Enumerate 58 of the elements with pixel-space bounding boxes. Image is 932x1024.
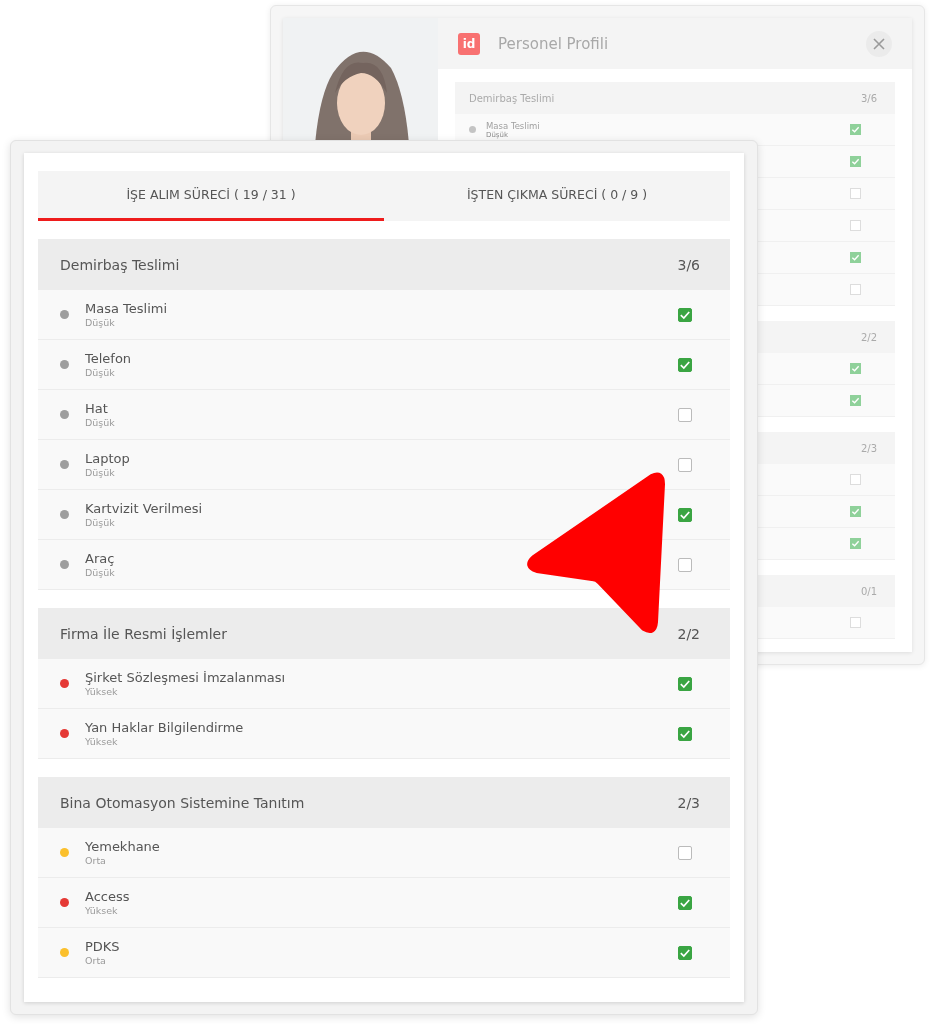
checkbox[interactable] bbox=[678, 945, 692, 960]
checkbox[interactable] bbox=[678, 557, 692, 572]
item-name: Yan Haklar Bilgilendirme bbox=[85, 720, 244, 735]
logo: id bbox=[458, 32, 480, 55]
priority-label: Düşük bbox=[85, 367, 116, 378]
priority-label: Orta bbox=[85, 855, 107, 866]
checkbox[interactable] bbox=[678, 845, 692, 860]
item-name: Şirket Sözleşmesi İmzalanması bbox=[85, 670, 286, 685]
group-title: Demirbaş Teslimi bbox=[60, 256, 180, 273]
checkbox[interactable] bbox=[678, 307, 692, 322]
item-name: Kartvizit Verilmesi bbox=[85, 501, 203, 516]
tab[interactable]: İŞE ALIM SÜRECİ ( 19 / 31 ) bbox=[38, 171, 384, 221]
item-name: Araç bbox=[85, 551, 115, 566]
priority-label: Orta bbox=[85, 955, 107, 966]
checkbox[interactable] bbox=[678, 726, 692, 741]
checkbox[interactable] bbox=[850, 156, 861, 167]
priority-label: Düşük bbox=[85, 417, 115, 428]
priority-label: Yüksek bbox=[85, 686, 119, 697]
group-count: 2/2 bbox=[677, 625, 700, 642]
item-name: Laptop bbox=[85, 451, 130, 466]
item-name: Hat bbox=[85, 401, 109, 416]
item-name: Telefon bbox=[85, 351, 132, 366]
group-title: Firma İle Resmi İşlemler bbox=[60, 625, 227, 642]
group-count: 3/6 bbox=[860, 92, 877, 104]
checkbox[interactable] bbox=[678, 457, 692, 472]
group-title: Bina Otomasyon Sistemine Tanıtım bbox=[60, 794, 305, 811]
item-name: Access bbox=[85, 889, 130, 904]
priority-label: Düşük bbox=[85, 317, 116, 328]
close-icon bbox=[873, 37, 885, 50]
priority-label: Yüksek bbox=[85, 736, 119, 747]
tab[interactable]: İŞTEN ÇIKMA SÜRECİ ( 0 / 9 ) bbox=[384, 171, 730, 221]
checkbox[interactable] bbox=[678, 407, 692, 422]
priority-label: Düşük bbox=[85, 517, 116, 528]
priority-label: Düşük bbox=[85, 567, 115, 578]
checkbox[interactable] bbox=[850, 538, 861, 549]
checkbox[interactable] bbox=[850, 363, 861, 374]
priority-label: Yüksek bbox=[85, 905, 119, 916]
group-title: Demirbaş Teslimi bbox=[469, 92, 556, 104]
group-count: 3/6 bbox=[677, 256, 700, 273]
priority-label: Düşük bbox=[85, 467, 116, 478]
checkbox[interactable] bbox=[850, 252, 861, 263]
checkbox[interactable] bbox=[850, 124, 861, 135]
group-count: 2/3 bbox=[860, 442, 877, 454]
window-title: Personel Profili bbox=[498, 34, 610, 53]
checkbox[interactable] bbox=[678, 507, 692, 522]
item-name: Masa Teslimi bbox=[85, 301, 168, 316]
checkbox[interactable] bbox=[678, 676, 692, 691]
checkbox[interactable] bbox=[678, 895, 692, 910]
checkbox[interactable] bbox=[850, 395, 861, 406]
group-count: 0/1 bbox=[860, 585, 877, 597]
group-count: 2/3 bbox=[677, 794, 700, 811]
checkbox[interactable] bbox=[678, 357, 692, 372]
group-count: 2/2 bbox=[860, 331, 877, 343]
item-name: PDKS bbox=[85, 939, 120, 954]
item-name: Masa Teslimi bbox=[486, 120, 540, 131]
item-name: Yemekhane bbox=[85, 839, 160, 854]
close-button[interactable] bbox=[866, 30, 892, 57]
checkbox[interactable] bbox=[850, 506, 861, 517]
